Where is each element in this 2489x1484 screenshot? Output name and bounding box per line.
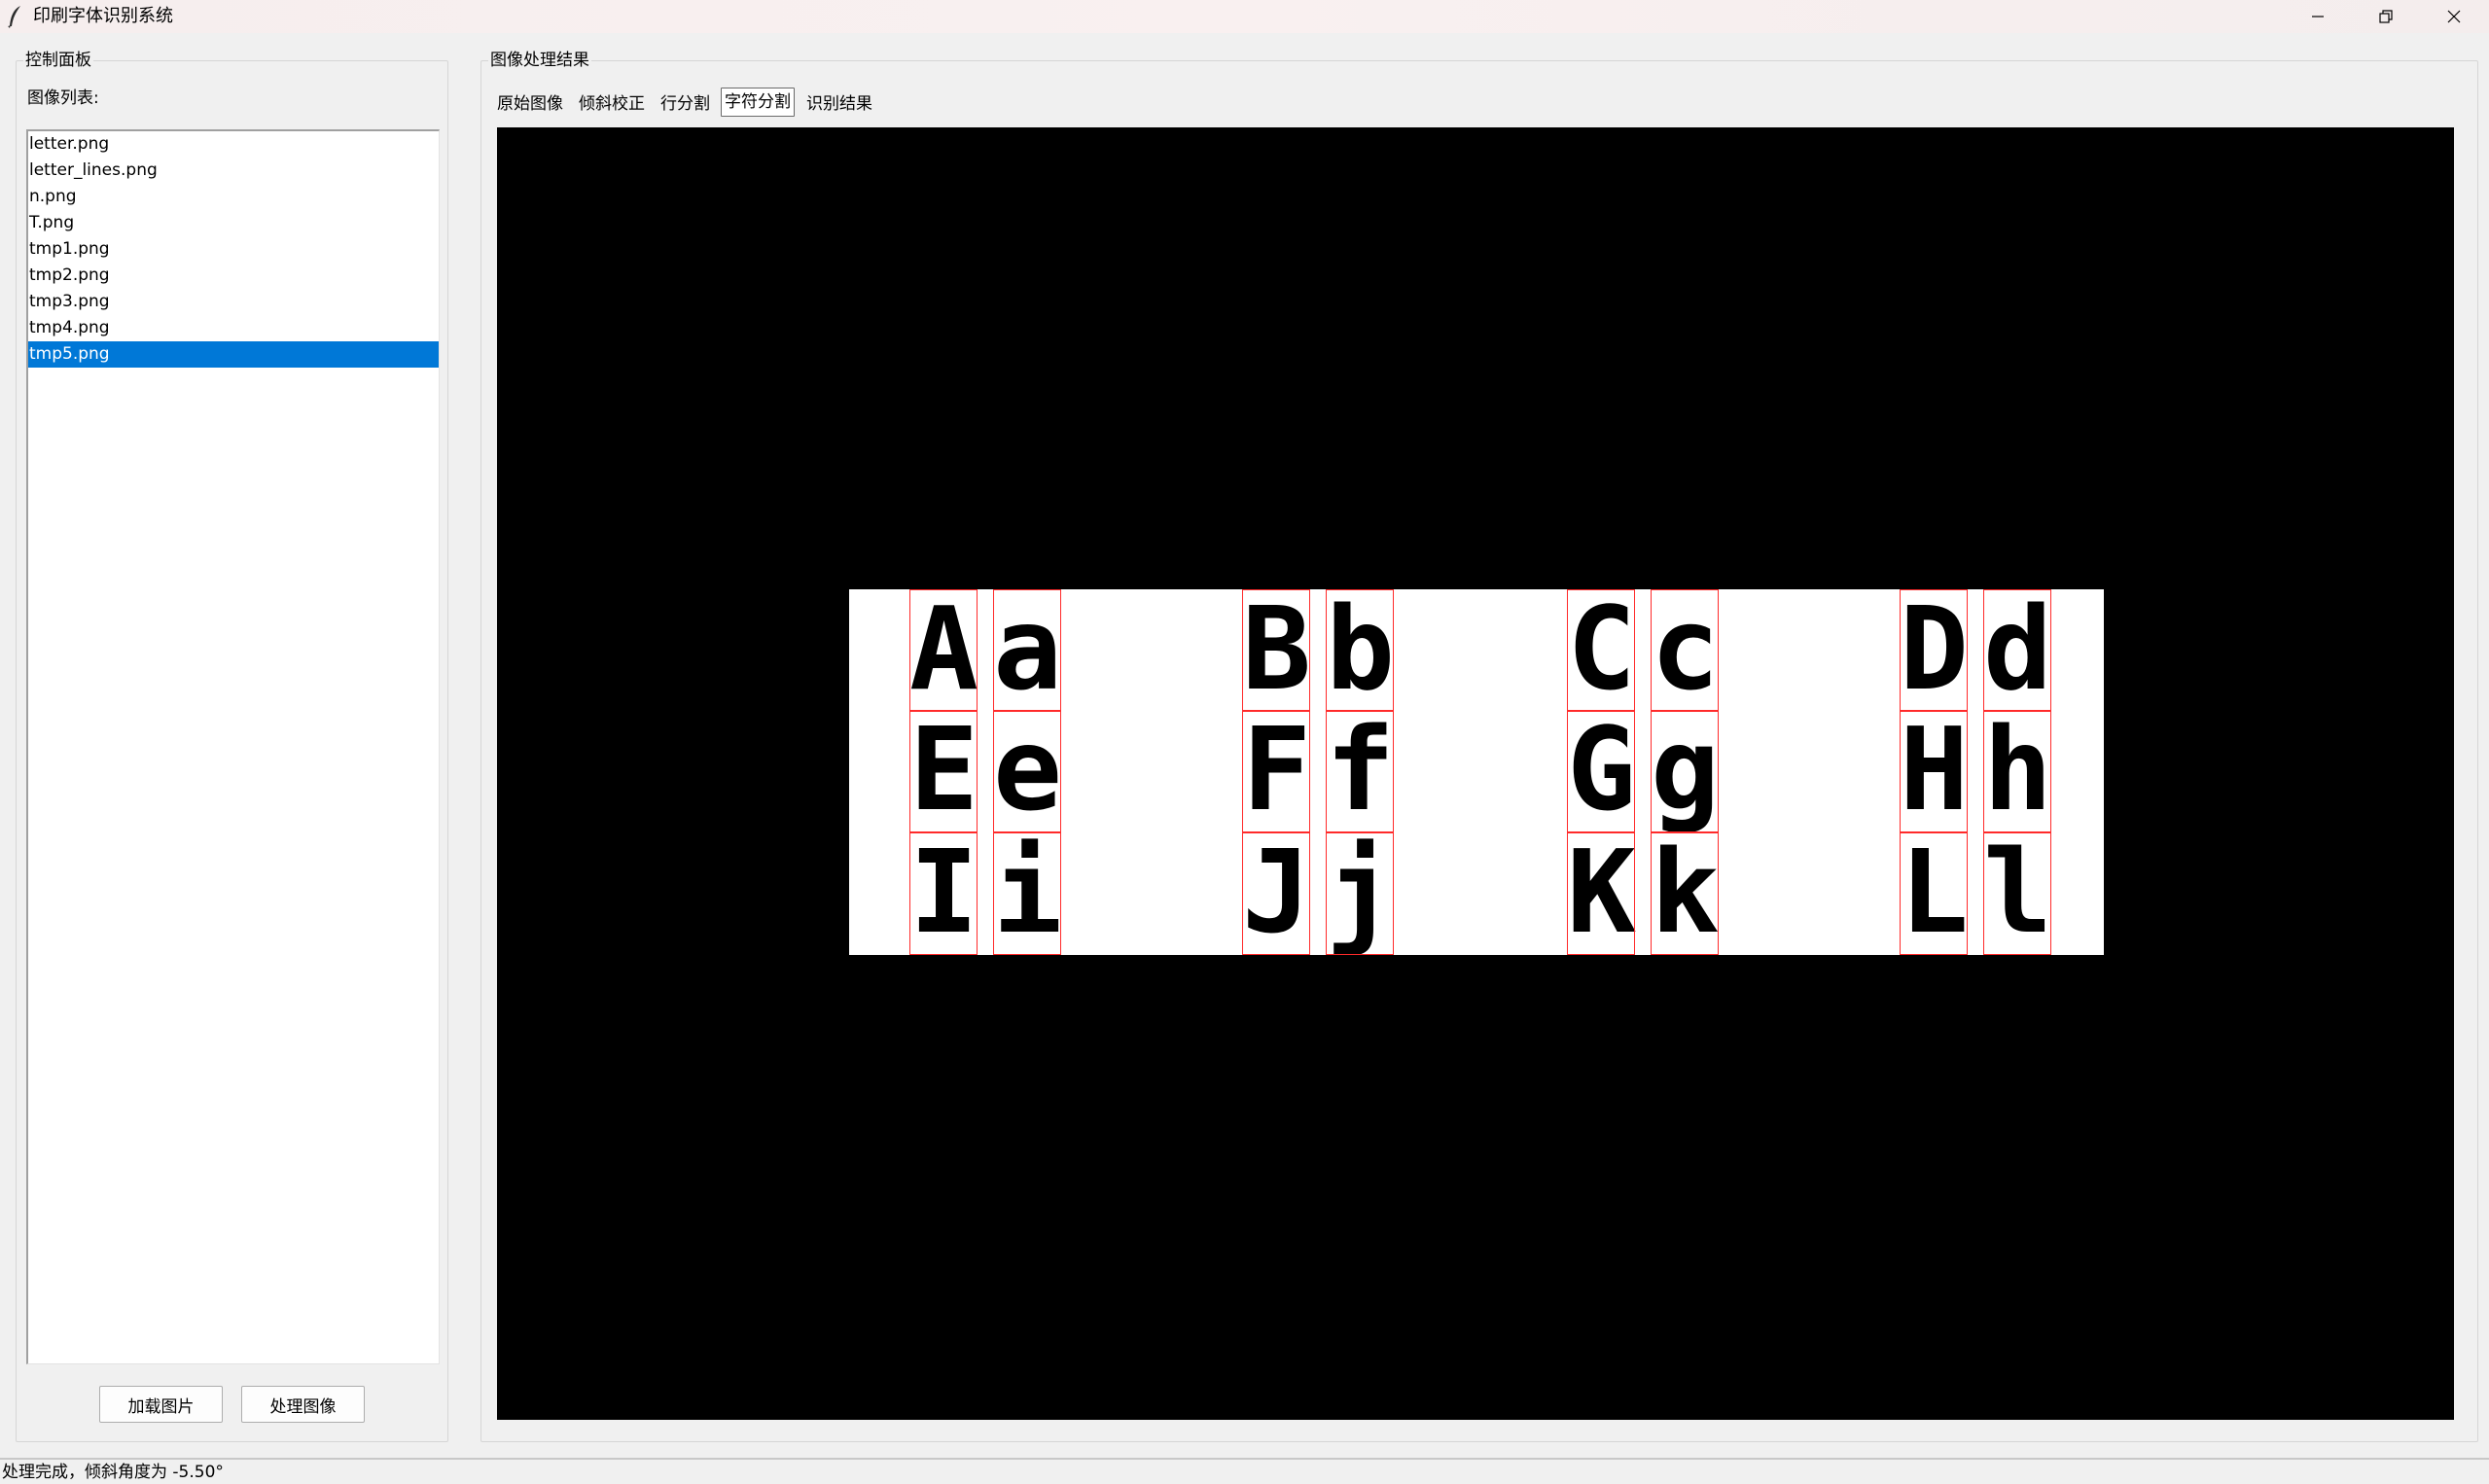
close-button[interactable] bbox=[2421, 0, 2487, 33]
list-item[interactable]: letter_lines.png bbox=[28, 158, 439, 184]
char-bounding-box bbox=[1242, 589, 1310, 712]
restore-button[interactable] bbox=[2353, 0, 2419, 33]
char-bounding-box bbox=[1567, 710, 1635, 832]
list-item[interactable]: T.png bbox=[28, 210, 439, 236]
restore-icon bbox=[2379, 10, 2393, 23]
image-listbox[interactable]: letter.png letter_lines.png n.png T.png … bbox=[26, 129, 440, 1364]
char-bounding-box bbox=[1242, 710, 1310, 832]
list-item[interactable]: tmp3.png bbox=[28, 289, 439, 315]
char-bounding-box bbox=[1651, 832, 1719, 955]
list-item[interactable]: n.png bbox=[28, 184, 439, 210]
minimize-icon bbox=[2312, 16, 2324, 18]
char-bounding-box bbox=[1983, 710, 2051, 832]
char-bounding-box bbox=[909, 589, 978, 712]
char-bounding-box bbox=[1651, 710, 1719, 832]
load-image-button[interactable]: 加载图片 bbox=[99, 1386, 223, 1423]
list-item[interactable]: tmp1.png bbox=[28, 236, 439, 263]
status-bar: 处理完成，倾斜角度为 -5.50° bbox=[0, 1458, 2489, 1484]
list-item[interactable]: letter.png bbox=[28, 131, 439, 158]
char-bounding-box bbox=[1567, 589, 1635, 712]
char-bounding-box bbox=[1651, 589, 1719, 712]
close-icon bbox=[2447, 10, 2461, 23]
process-image-button[interactable]: 处理图像 bbox=[241, 1386, 365, 1423]
tab-recognition-result[interactable]: 识别结果 bbox=[803, 90, 875, 118]
tab-char-segmentation[interactable]: 字符分割 bbox=[721, 88, 795, 117]
minimize-button[interactable] bbox=[2285, 0, 2351, 33]
list-item-selected[interactable]: tmp5.png bbox=[28, 341, 439, 368]
results-panel-title: 图像处理结果 bbox=[488, 50, 591, 71]
char-bounding-box bbox=[993, 589, 1061, 712]
char-bounding-box bbox=[1242, 832, 1310, 955]
char-bounding-box bbox=[909, 710, 978, 832]
char-bounding-box bbox=[1326, 589, 1394, 712]
list-item[interactable]: tmp4.png bbox=[28, 315, 439, 341]
tab-original-image[interactable]: 原始图像 bbox=[494, 90, 566, 118]
title-bar: 印刷字体识别系统 bbox=[0, 0, 2489, 33]
char-bounding-box bbox=[1326, 832, 1394, 955]
tab-skew-correction[interactable]: 倾斜校正 bbox=[576, 90, 648, 118]
char-bounding-box bbox=[1983, 832, 2051, 955]
tab-line-segmentation[interactable]: 行分割 bbox=[658, 90, 713, 118]
feather-icon bbox=[6, 5, 25, 28]
segmented-image: AaBbCcDdEeFfGgHhIiJjKkLl bbox=[849, 589, 2104, 955]
char-bounding-box bbox=[1983, 589, 2051, 712]
char-bounding-box bbox=[1326, 710, 1394, 832]
list-item[interactable]: tmp2.png bbox=[28, 263, 439, 289]
image-list-label: 图像列表: bbox=[27, 88, 99, 108]
window-title: 印刷字体识别系统 bbox=[33, 6, 173, 26]
char-bounding-box bbox=[1567, 832, 1635, 955]
control-panel-title: 控制面板 bbox=[23, 50, 93, 71]
char-bounding-box bbox=[1900, 589, 1968, 712]
char-bounding-box bbox=[993, 832, 1061, 955]
char-bounding-box bbox=[1900, 832, 1968, 955]
char-bounding-box bbox=[993, 710, 1061, 832]
image-canvas: AaBbCcDdEeFfGgHhIiJjKkLl bbox=[497, 127, 2454, 1420]
char-bounding-box bbox=[1900, 710, 1968, 832]
char-bounding-box bbox=[909, 832, 978, 955]
status-text: 处理完成，倾斜角度为 -5.50° bbox=[2, 1463, 224, 1482]
